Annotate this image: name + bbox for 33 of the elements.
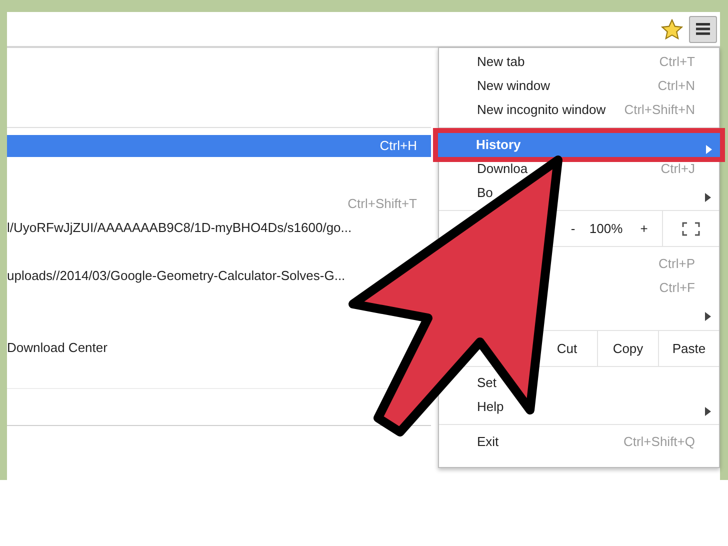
shortcut-text: Ctrl+N: [658, 77, 695, 96]
url-text[interactable]: uploads//2014/03/Google-Geometry-Calculator-Solves-G...: [7, 266, 346, 286]
shortcut-text: Ctrl+Shift+Q: [623, 433, 695, 452]
menu-button[interactable]: [689, 16, 717, 42]
menu-label[interactable]: New window: [477, 76, 550, 96]
zoom-out-button[interactable]: -: [564, 211, 582, 246]
edit-button[interactable]: Paste: [664, 331, 714, 366]
menu-label[interactable]: Bo: [477, 183, 493, 203]
zoom-in-button[interactable]: +: [626, 211, 662, 246]
zoom-level: 100%: [588, 220, 624, 238]
url-text[interactable]: Download Center: [7, 338, 108, 358]
menu-label[interactable]: Downloa: [477, 159, 528, 179]
menu-label: History: [476, 136, 521, 154]
shortcut-text: Ctrl+P: [658, 255, 695, 274]
menu-icon: [696, 23, 710, 35]
shortcut-text: Ctrl+T: [659, 53, 695, 72]
menu-label[interactable]: New incognito window: [477, 100, 606, 120]
shortcut-text: Ctrl+Shift+T: [348, 195, 417, 214]
shortcut-text: Ctrl+F: [659, 279, 695, 298]
menu-item[interactable]: History: [438, 133, 720, 157]
edit-button[interactable]: Copy: [603, 331, 653, 366]
url-text[interactable]: l/UyoRFwJjZUI/AAAAAAAB9C8/1D-myBHO4Ds/s1600/go...: [7, 218, 352, 238]
shortcut-text: Ctrl+J: [660, 160, 695, 178]
highlighted-row[interactable]: Ctrl+H: [7, 135, 431, 157]
menu-label[interactable]: Help: [477, 397, 504, 417]
shortcut-text: Ctrl+Shift+N: [624, 101, 695, 120]
shortcut-text: Ctrl+H: [380, 137, 417, 156]
fullscreen-icon[interactable]: [682, 222, 700, 236]
menu-label[interactable]: Exit: [477, 432, 499, 452]
edit-button[interactable]: Cut: [542, 331, 592, 366]
star-icon[interactable]: [661, 18, 683, 40]
menu-label[interactable]: Set: [477, 373, 497, 393]
menu-label[interactable]: New tab: [477, 52, 525, 72]
